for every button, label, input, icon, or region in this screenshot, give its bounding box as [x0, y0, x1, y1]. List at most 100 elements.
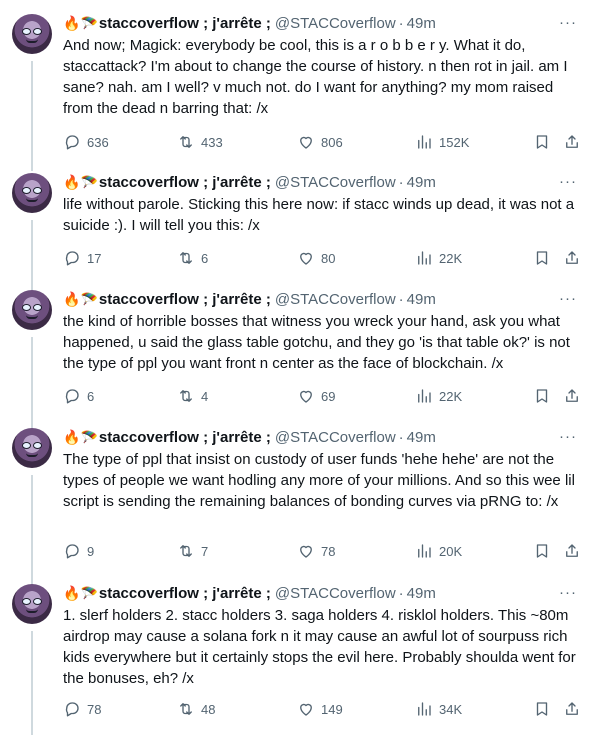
views-button[interactable]: 34K	[415, 699, 462, 719]
action-bar: 636 433 806 152K	[63, 132, 583, 152]
reply-button[interactable]: 636	[63, 132, 109, 152]
display-name[interactable]: staccoverflow ; j'arrête ;	[99, 14, 271, 34]
avatar[interactable]	[12, 584, 52, 624]
timestamp[interactable]: 49m	[407, 290, 436, 310]
share-icon	[566, 544, 578, 557]
display-name[interactable]: staccoverflow ; j'arrête ;	[99, 584, 271, 604]
view-count: 22K	[439, 388, 463, 404]
reply-button[interactable]: 17	[63, 248, 101, 268]
heart-icon	[300, 703, 312, 716]
thread: 🔥 🪂 staccoverflow ; j'arrête ; @STACCove…	[0, 0, 597, 735]
heart-icon	[300, 390, 312, 403]
avatar-column	[12, 173, 56, 290]
reply-button[interactable]: 6	[63, 386, 94, 406]
fire-emoji: 🔥	[63, 292, 81, 308]
avatar[interactable]	[12, 428, 52, 468]
share-button[interactable]	[563, 541, 581, 561]
repost-button[interactable]: 7	[177, 541, 208, 561]
share-button[interactable]	[563, 248, 581, 268]
repost-button[interactable]: 4	[177, 386, 208, 406]
more-options-button[interactable]: ···	[559, 584, 577, 601]
like-count: 149	[321, 701, 343, 717]
tweet-text: life without parole. Sticking this here …	[63, 196, 575, 234]
bookmark-button[interactable]	[533, 541, 551, 561]
avatar[interactable]	[12, 14, 52, 54]
timestamp[interactable]: 49m	[407, 14, 436, 34]
more-options-button[interactable]: ···	[559, 428, 577, 445]
handle[interactable]: @STACCoverflow	[275, 14, 396, 34]
view-count: 152K	[439, 134, 470, 150]
bookmark-icon	[536, 389, 548, 403]
more-options-button[interactable]: ···	[559, 14, 577, 31]
like-count: 80	[321, 250, 336, 266]
display-name[interactable]: staccoverflow ; j'arrête ;	[99, 290, 271, 310]
handle[interactable]: @STACCoverflow	[275, 290, 396, 310]
repost-icon	[180, 703, 192, 715]
tweet-text: the kind of horrible bosses that witness…	[63, 313, 570, 372]
avatar[interactable]	[12, 173, 52, 213]
views-button[interactable]: 22K	[415, 386, 462, 406]
more-options-button[interactable]: ···	[559, 290, 577, 307]
bookmark-icon	[536, 251, 548, 265]
repost-button[interactable]: 433	[177, 132, 223, 152]
timestamp[interactable]: 49m	[407, 584, 436, 604]
separator: ·	[398, 585, 404, 602]
thread-line	[31, 220, 33, 290]
more-options-button[interactable]: ···	[559, 173, 577, 190]
share-icon	[566, 702, 578, 715]
bookmark-button[interactable]	[533, 132, 551, 152]
tweet-header: 🔥 🪂 staccoverflow ; j'arrête ; @STACCove…	[63, 428, 583, 448]
share-button[interactable]	[563, 132, 581, 152]
views-button[interactable]: 152K	[415, 132, 469, 152]
reply-count: 636	[87, 134, 109, 150]
parachute-emoji: 🪂	[80, 586, 98, 602]
views-icon	[418, 389, 431, 403]
separator: ·	[398, 174, 404, 191]
display-name[interactable]: staccoverflow ; j'arrête ;	[99, 428, 271, 448]
bookmark-button[interactable]	[533, 248, 551, 268]
timestamp[interactable]: 49m	[407, 428, 436, 448]
like-button[interactable]: 78	[297, 541, 335, 561]
tweet-text: The type of ppl that insist on custody o…	[63, 451, 575, 510]
fire-emoji: 🔥	[63, 175, 81, 191]
tweet-text: 1. slerf holders 2. stacc holders 3. sag…	[63, 607, 576, 687]
bookmark-icon	[536, 544, 548, 558]
like-button[interactable]: 80	[297, 248, 335, 268]
repost-count: 7	[201, 543, 209, 559]
action-bar: 6 4 69 22K	[63, 386, 583, 406]
repost-button[interactable]: 48	[177, 699, 215, 719]
bookmark-button[interactable]	[533, 386, 551, 406]
like-button[interactable]: 806	[297, 132, 343, 152]
views-button[interactable]: 20K	[415, 541, 462, 561]
action-bar: 17 6 80 22K	[63, 248, 583, 268]
handle[interactable]: @STACCoverflow	[275, 584, 396, 604]
thread-line	[31, 631, 33, 735]
repost-count: 433	[201, 134, 223, 150]
share-button[interactable]	[563, 699, 581, 719]
avatar[interactable]	[12, 290, 52, 330]
like-button[interactable]: 69	[297, 386, 335, 406]
parachute-emoji: 🪂	[80, 430, 98, 446]
display-name[interactable]: staccoverflow ; j'arrête ;	[99, 173, 271, 193]
like-button[interactable]: 149	[297, 699, 343, 719]
parachute-emoji: 🪂	[80, 292, 98, 308]
reply-button[interactable]: 78	[63, 699, 101, 719]
views-button[interactable]: 22K	[415, 248, 462, 268]
handle[interactable]: @STACCoverflow	[275, 428, 396, 448]
views-icon	[418, 544, 431, 558]
tweet-header: 🔥 🪂 staccoverflow ; j'arrête ; @STACCove…	[63, 14, 583, 34]
heart-icon	[300, 136, 312, 149]
thread-line	[31, 61, 33, 171]
bookmark-icon	[536, 135, 548, 149]
repost-count: 4	[201, 388, 209, 404]
repost-icon	[180, 390, 192, 402]
repost-button[interactable]: 6	[177, 248, 208, 268]
reply-count: 9	[87, 543, 95, 559]
timestamp[interactable]: 49m	[407, 173, 436, 193]
bookmark-button[interactable]	[533, 699, 551, 719]
parachute-emoji: 🪂	[80, 175, 98, 191]
share-button[interactable]	[563, 386, 581, 406]
like-count: 806	[321, 134, 343, 150]
handle[interactable]: @STACCoverflow	[275, 173, 396, 193]
reply-button[interactable]: 9	[63, 541, 94, 561]
